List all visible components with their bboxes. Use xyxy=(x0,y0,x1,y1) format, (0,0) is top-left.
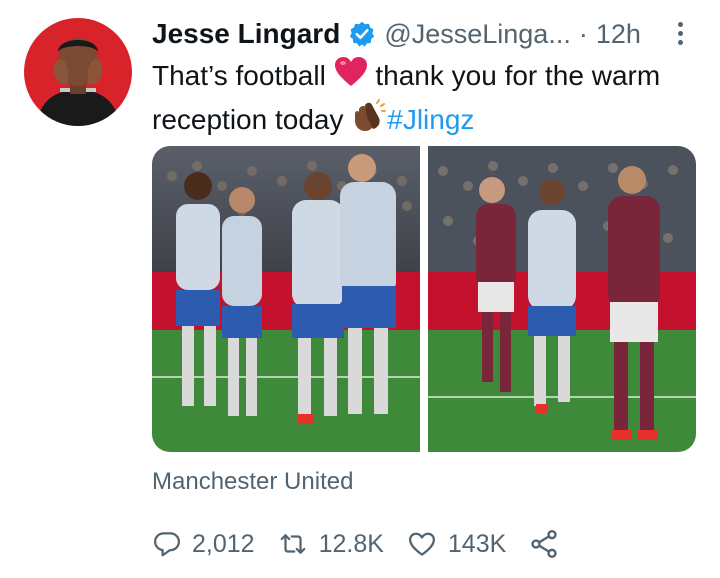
tweet-actions: 2,012 12.8K 143K xyxy=(152,524,582,564)
share-icon xyxy=(528,528,560,560)
retweet-icon xyxy=(277,529,309,559)
clapping-hands-icon xyxy=(351,99,387,144)
tweet-location[interactable]: Manchester United xyxy=(152,468,353,496)
photo-celebration[interactable] xyxy=(152,146,420,452)
tweet-text-part1: That’s football xyxy=(152,60,334,91)
separator-dot: · xyxy=(578,18,588,49)
tweet-text: That’s football thank you for the warm r… xyxy=(152,56,692,144)
photo-west-ham-match[interactable] xyxy=(428,146,696,452)
share-button[interactable] xyxy=(528,528,560,560)
like-count: 143K xyxy=(447,529,507,558)
heart-outline-icon xyxy=(406,529,438,559)
reply-button[interactable]: 2,012 xyxy=(152,529,255,559)
like-button[interactable]: 143K xyxy=(406,529,506,559)
hashtag-link[interactable]: #Jlingz xyxy=(387,104,474,135)
author-name[interactable]: Jesse Lingard xyxy=(152,18,340,50)
tweet-media xyxy=(152,146,696,452)
tweet-timestamp[interactable]: 12h xyxy=(596,19,641,50)
reply-bubble-icon xyxy=(152,529,182,559)
retweet-button[interactable]: 12.8K xyxy=(277,529,384,559)
red-heart-icon xyxy=(334,56,368,99)
reply-count: 2,012 xyxy=(192,529,255,558)
tweet-header: Jesse Lingard @JesseLinga... · 12h xyxy=(152,14,692,54)
author-handle[interactable]: @JesseLinga... xyxy=(384,19,571,50)
author-avatar[interactable] xyxy=(24,18,132,126)
more-vertical-icon[interactable] xyxy=(670,18,690,50)
verified-badge-icon xyxy=(348,20,376,48)
retweet-count: 12.8K xyxy=(318,529,384,558)
